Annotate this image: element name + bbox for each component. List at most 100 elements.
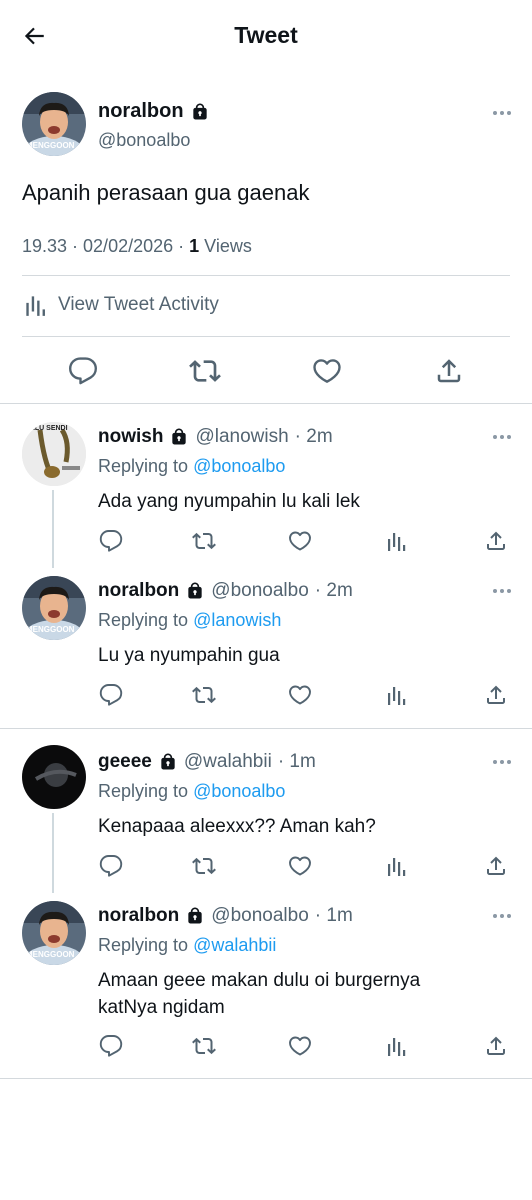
like-button[interactable] [310,354,344,388]
tweet-timestamp[interactable]: 19.33 · 02/02/2026 · [22,236,189,256]
share-icon [434,356,464,386]
share-button[interactable] [432,354,466,388]
retweet-button[interactable] [188,354,222,388]
views-button[interactable] [383,853,409,879]
retweet-button[interactable] [191,682,217,708]
reply-icon [99,683,123,707]
avatar[interactable]: MENGGOON [22,576,86,640]
divider [22,336,510,337]
author-name[interactable]: nowish [98,426,163,448]
like-button[interactable] [287,528,313,554]
tweet-text: Apanih perasaan gua gaenak [22,180,310,205]
views-button[interactable] [383,1033,409,1059]
share-button[interactable] [483,528,509,554]
avatar[interactable]: MENGGOON [22,901,86,965]
mention-link[interactable]: @bonoalbo [193,781,285,801]
analytics-icon [22,292,48,318]
replying-prefix: Replying to [98,456,194,476]
like-button[interactable] [287,1033,313,1059]
top-bar: Tweet [0,0,532,72]
reply-time[interactable]: · 1m [315,905,353,927]
retweet-button[interactable] [191,853,217,879]
author-name-text: noralbon [98,100,184,122]
heart-icon [288,683,312,707]
more-options-button[interactable] [488,753,516,771]
author-name[interactable]: noralbon [98,905,179,927]
reply-time[interactable]: · 1m [278,751,316,773]
mention-link[interactable]: @lanowish [193,610,281,630]
share-button[interactable] [483,853,509,879]
reply-actions [0,853,532,883]
lock-icon [190,102,210,122]
retweet-icon [192,683,216,707]
main-tweet: MENGGOON noralbon @bonoalbo Apanih peras… [0,80,532,404]
author-name[interactable]: noralbon [98,100,210,123]
retweet-icon [189,355,221,387]
heart-icon [312,356,342,386]
retweet-icon [192,854,216,878]
reply-text: Ada yang nyumpahin lu kali lek [98,491,360,512]
avatar[interactable]: MENGGOON [22,92,86,156]
reply-text: Lu ya nyumpahin gua [98,645,280,666]
views-icon [384,683,408,707]
mention-link[interactable]: @bonoalbo [193,456,285,476]
mention-link[interactable]: @walahbii [193,935,276,955]
reply-header: nowish @lanowish · 2m [98,426,333,448]
more-options-button[interactable] [488,428,516,446]
replying-prefix: Replying to [98,935,194,955]
more-options-button[interactable] [488,582,516,600]
more-options-button[interactable] [488,104,516,122]
like-button[interactable] [287,853,313,879]
views-icon [384,529,408,553]
like-button[interactable] [287,682,313,708]
reply-icon [99,854,123,878]
author-name[interactable]: geeee [98,751,152,773]
reply-button[interactable] [98,528,124,554]
author-handle[interactable]: @walahbii [184,751,272,773]
reply-actions [0,682,532,712]
author-handle[interactable]: @lanowish [195,426,288,448]
share-button[interactable] [483,1033,509,1059]
share-icon [484,1034,508,1058]
author-handle[interactable]: @bonoalbo [211,905,308,927]
retweet-button[interactable] [191,528,217,554]
activity-label: View Tweet Activity [58,294,219,315]
author-handle[interactable]: @bonoalbo [211,580,308,602]
reply-button[interactable] [98,853,124,879]
retweet-button[interactable] [191,1033,217,1059]
views-button[interactable] [383,682,409,708]
views-icon [384,854,408,878]
tweet-actions [0,352,532,392]
views-button[interactable] [383,528,409,554]
avatar[interactable]: MALU SENDI [22,422,86,486]
reply-time[interactable]: · 2m [315,580,353,602]
more-icon [493,760,511,764]
reply-icon [99,1034,123,1058]
heart-icon [288,529,312,553]
replying-to: Replying to @bonoalbo [98,456,285,477]
lock-icon [158,752,178,772]
reply-button[interactable] [98,682,124,708]
replying-prefix: Replying to [98,610,194,630]
reply-time[interactable]: · 2m [295,426,333,448]
more-options-button[interactable] [488,907,516,925]
reply-button[interactable] [98,1033,124,1059]
replying-to: Replying to @walahbii [98,935,276,956]
reply-header: noralbon @bonoalbo · 1m [98,905,353,927]
retweet-icon [192,1034,216,1058]
reply-actions [0,528,532,558]
author-handle[interactable]: @bonoalbo [98,130,190,151]
divider [0,403,532,404]
reply-text-line: Amaan geee makan dulu oi burgernya [98,970,421,991]
view-activity-link[interactable]: View Tweet Activity [22,292,219,318]
reply-button[interactable] [66,354,100,388]
avatar-caption: MENGGOON [26,950,75,959]
replying-to: Replying to @lanowish [98,610,281,631]
avatar[interactable] [22,745,86,809]
share-button[interactable] [483,682,509,708]
views-count: 1 [189,236,200,256]
share-icon [484,529,508,553]
author-name[interactable]: noralbon [98,580,179,602]
heart-icon [288,1034,312,1058]
reply-icon [68,356,98,386]
